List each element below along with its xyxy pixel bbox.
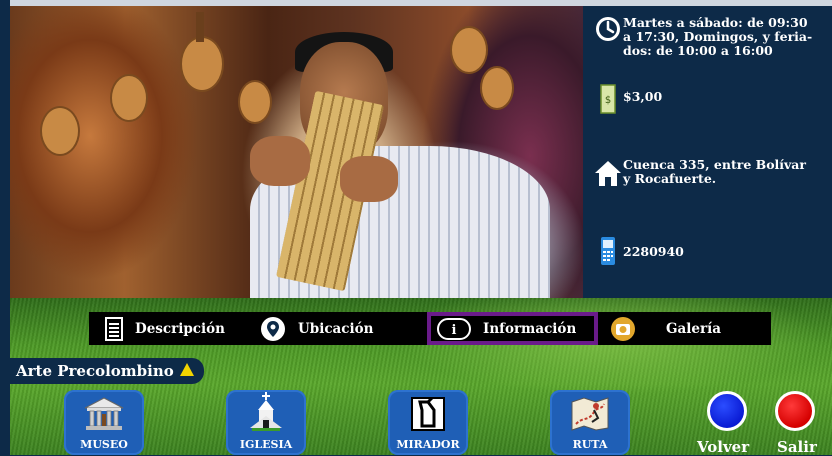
tab-ubicacion[interactable]: Ubicación (254, 312, 426, 345)
route-map-icon (570, 396, 610, 436)
price-text: $3,00 (623, 89, 663, 104)
money-icon: $ (593, 84, 623, 114)
phone-row: 2280940 (593, 236, 832, 266)
price-row: $ $3,00 (593, 84, 832, 114)
mirador-button[interactable]: MIRADOR (388, 390, 468, 455)
tab-bar: Descripción Ubicación i Información Gale… (89, 312, 771, 345)
info-icon: i (437, 317, 471, 340)
salir-button[interactable] (775, 391, 815, 431)
guitar-decoration (180, 36, 224, 92)
left-border (0, 0, 10, 455)
section-title-text: Arte Precolombino (16, 362, 174, 380)
tab-label: Información (483, 320, 577, 337)
guitar-decoration (480, 66, 514, 110)
hand-shape (250, 136, 310, 186)
address-row: Cuenca 335, entre Bolívar y Rocafuerte. (593, 158, 832, 188)
church-icon (246, 392, 286, 438)
museum-icon (83, 396, 125, 436)
tab-label: Descripción (135, 320, 225, 337)
salir-label: Salir (777, 438, 817, 456)
tab-galeria[interactable]: Galería (598, 312, 770, 345)
document-icon (105, 316, 123, 341)
hours-text: Martes a sábado: de 09:30 a 17:30, Domin… (623, 15, 813, 58)
museo-label: MUSEO (80, 438, 128, 451)
tab-informacion[interactable]: i Información (427, 312, 598, 345)
phone-icon (593, 236, 623, 266)
house-icon (593, 158, 623, 188)
hours-row: Martes a sábado: de 09:30 a 17:30, Domin… (593, 16, 832, 58)
iglesia-button[interactable]: IGLESIA (226, 390, 306, 455)
tab-label: Galería (666, 320, 721, 337)
guitar-decoration (450, 26, 488, 74)
mirador-label: MIRADOR (396, 438, 460, 451)
viewpoint-icon (410, 396, 446, 436)
guitar-decoration (238, 80, 272, 124)
svg-text:i: i (452, 323, 457, 338)
phone-text: 2280940 (623, 244, 684, 259)
tab-descripcion[interactable]: Descripción (89, 312, 254, 345)
guitar-neck-decoration (196, 12, 204, 42)
address-text: Cuenca 335, entre Bolívar y Rocafuerte. (623, 157, 806, 186)
hand-shape (340, 156, 398, 202)
ruta-button[interactable]: RUTA (550, 390, 630, 455)
warning-triangle-icon (179, 362, 194, 380)
volver-label: Volver (697, 438, 750, 456)
info-panel: Martes a sábado: de 09:30 a 17:30, Domin… (583, 6, 832, 298)
main-photo (10, 6, 583, 298)
guitar-decoration (40, 106, 80, 156)
museo-button[interactable]: MUSEO (64, 390, 144, 455)
tab-label: Ubicación (298, 320, 374, 337)
iglesia-label: IGLESIA (239, 438, 293, 451)
camera-icon (610, 316, 636, 342)
volver-button[interactable] (707, 391, 747, 431)
guitar-decoration (110, 74, 148, 122)
section-title: Arte Precolombino (10, 358, 204, 384)
location-pin-icon (260, 316, 286, 342)
clock-icon (593, 16, 623, 42)
ruta-label: RUTA (572, 438, 608, 451)
svg-text:$: $ (605, 95, 611, 106)
